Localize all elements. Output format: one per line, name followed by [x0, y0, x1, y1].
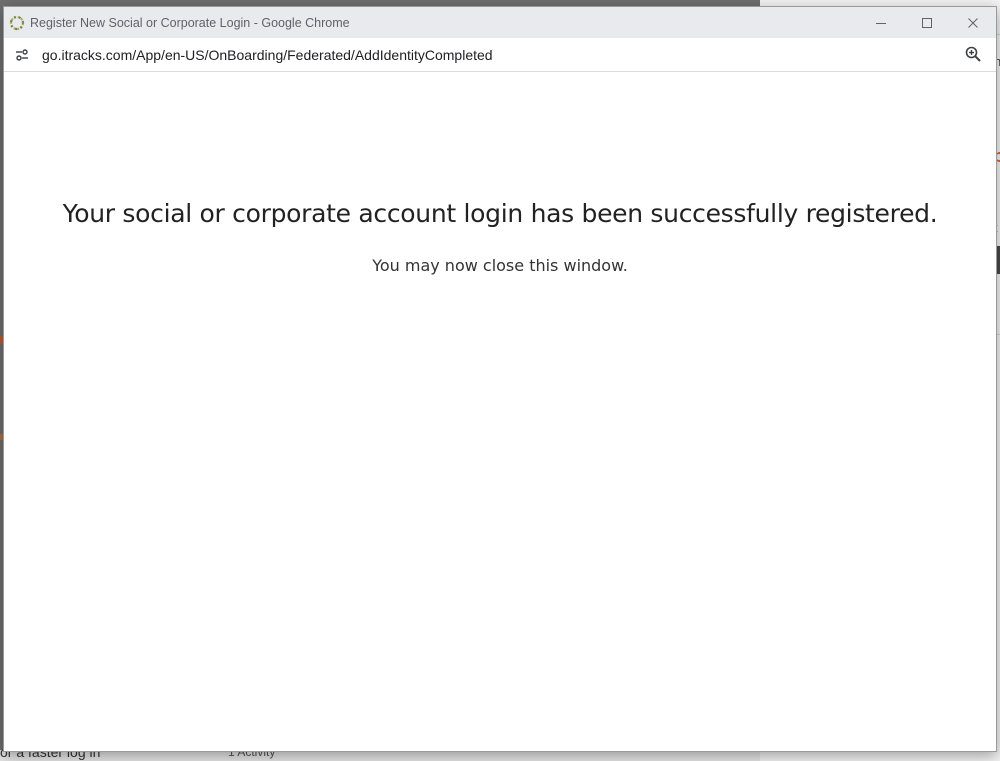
maximize-button[interactable]: [904, 7, 950, 38]
chrome-app-icon: [9, 15, 25, 30]
window-controls: [858, 7, 996, 38]
url-text[interactable]: go.itracks.com/App/en-US/OnBoarding/Fede…: [42, 47, 493, 63]
zoom-icon[interactable]: [964, 45, 982, 63]
close-window-message: You may now close this window.: [372, 256, 628, 275]
close-button[interactable]: [950, 7, 996, 38]
page-title: Your social or corporate account login h…: [62, 199, 938, 228]
window-titlebar[interactable]: Register New Social or Corporate Login -…: [4, 7, 996, 38]
site-info-icon: [16, 48, 28, 61]
address-bar[interactable]: go.itracks.com/App/en-US/OnBoarding/Fede…: [4, 38, 996, 72]
window-title: Register New Social or Corporate Login -…: [30, 15, 350, 30]
close-icon: [968, 17, 978, 28]
popup-browser-window: Register New Social or Corporate Login -…: [3, 6, 997, 752]
site-info-button[interactable]: [12, 45, 32, 65]
maximize-icon: [922, 17, 932, 28]
minimize-icon: [876, 22, 886, 24]
page-content: Your social or corporate account login h…: [4, 72, 996, 751]
minimize-button[interactable]: [858, 7, 904, 38]
